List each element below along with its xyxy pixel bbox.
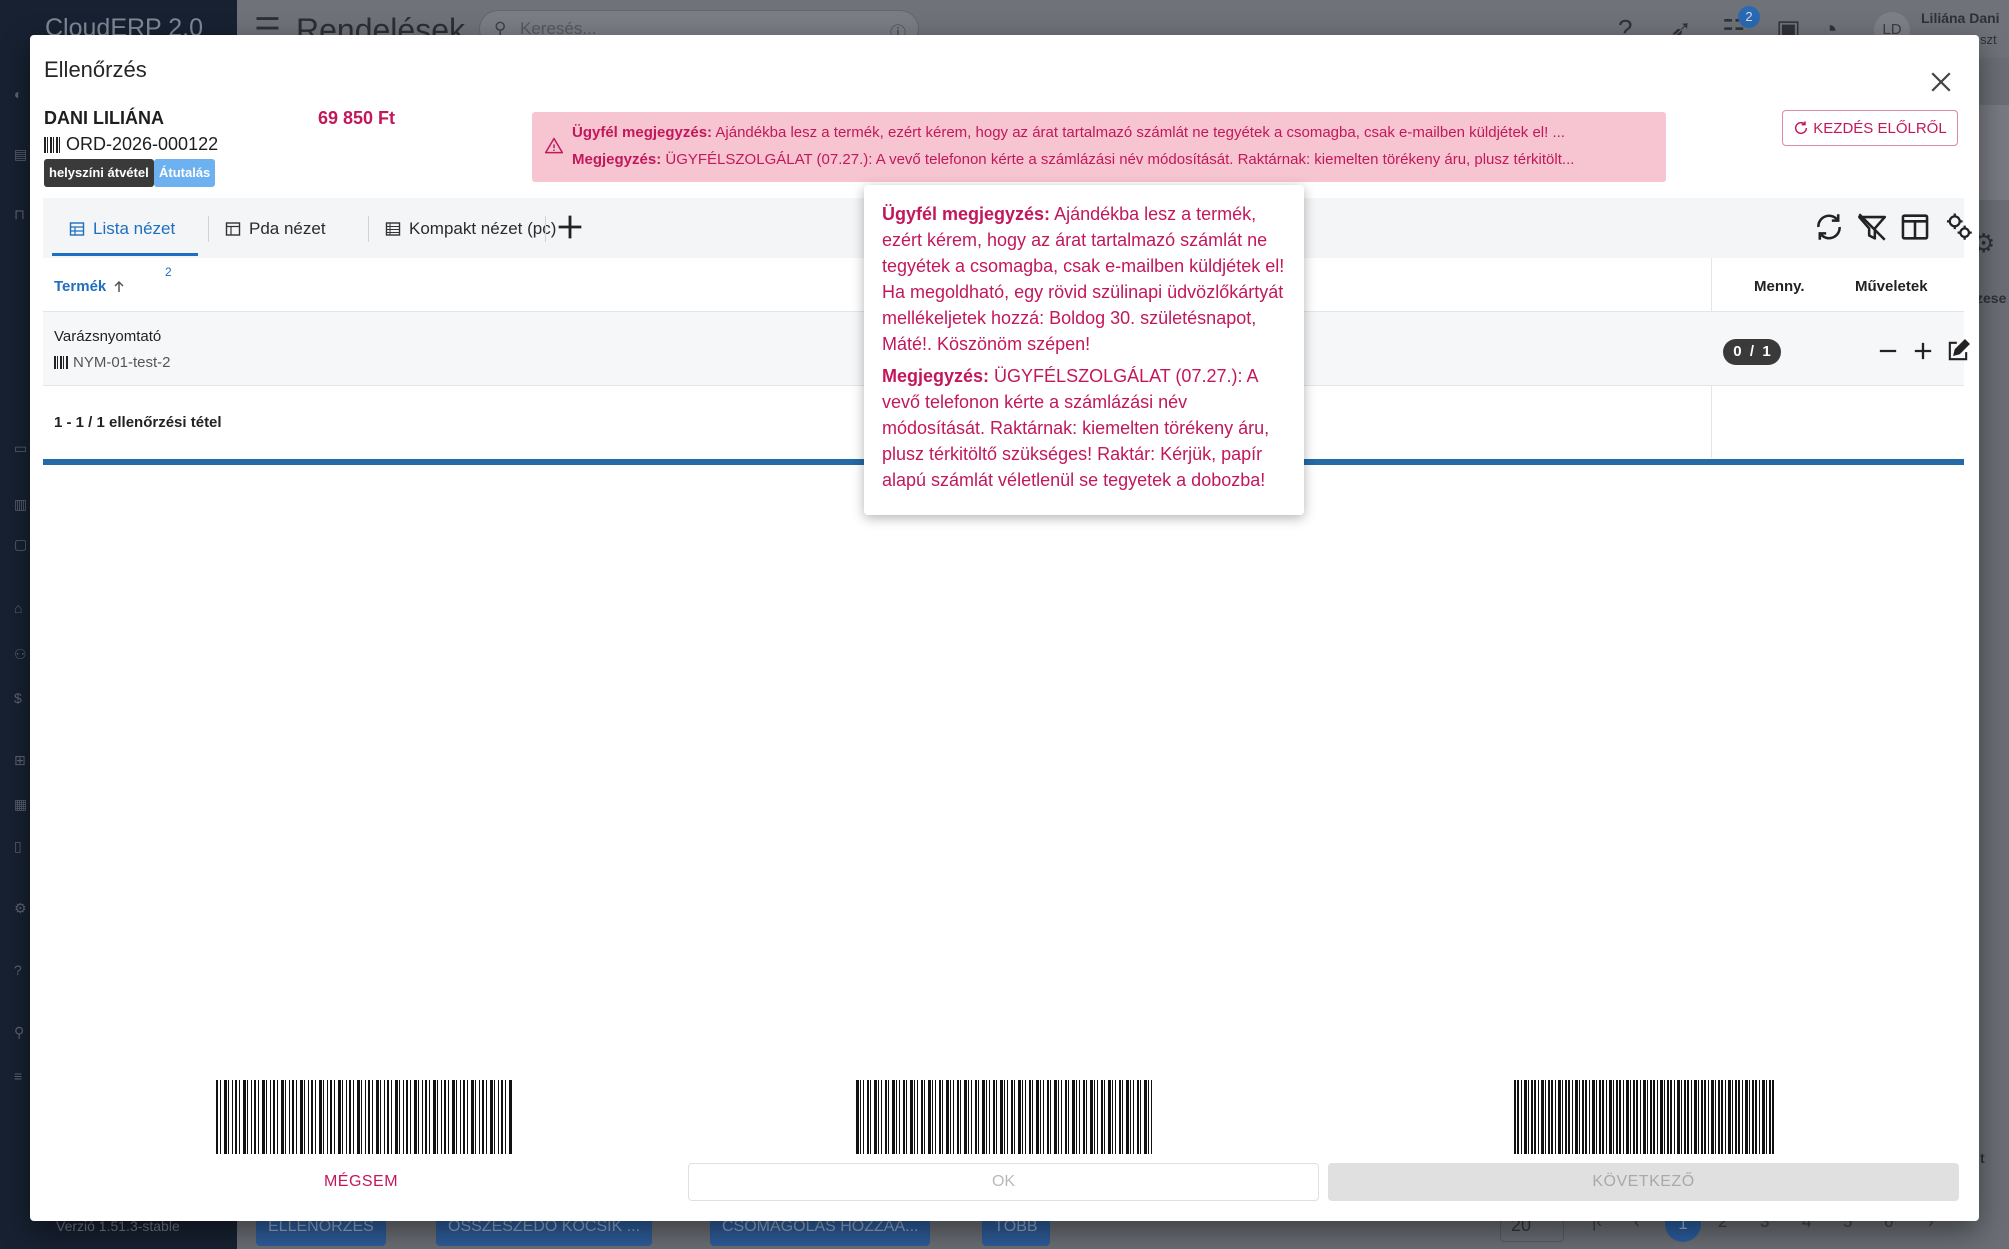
next-button[interactable]: KÖVETKEZŐ xyxy=(1328,1163,1959,1201)
sync-icon[interactable] xyxy=(1812,210,1846,244)
product-sku: NYM-01-test-2 xyxy=(54,354,171,371)
tooltip-internal-note: Megjegyzés: ÜGYFÉLSZOLGÁLAT (07.27.): A … xyxy=(882,363,1290,493)
customer-name: DANI LILIÁNA xyxy=(44,108,164,128)
notes-banner[interactable]: Ügyfél megjegyzés: Ajándékba lesz a term… xyxy=(532,112,1666,182)
file-icon[interactable]: ▯ xyxy=(14,838,30,854)
users-icon[interactable]: ⚇ xyxy=(14,646,30,662)
restart-button[interactable]: KEZDÉS ELŐLRŐL xyxy=(1782,110,1958,146)
ok-barcode xyxy=(856,1080,1152,1154)
add-view-icon[interactable] xyxy=(553,210,587,244)
internal-note-label: Megjegyzés: xyxy=(572,151,662,168)
table-icon xyxy=(69,222,85,236)
user-name: Liliána Dani xyxy=(1921,10,2000,26)
truck-icon[interactable]: ▭ xyxy=(14,440,30,456)
tab-list-view-label: Lista nézet xyxy=(93,219,176,238)
tooltip-internal-label: Megjegyzés: xyxy=(882,366,990,386)
grid-icon[interactable]: ▦ xyxy=(14,796,30,812)
tab-pda-view[interactable]: Pda nézet xyxy=(225,216,326,242)
dialog-title: Ellenőrzés xyxy=(44,57,147,82)
barcode-icon xyxy=(54,356,68,369)
plus-icon[interactable] xyxy=(1909,337,1937,365)
tab-divider xyxy=(208,216,209,242)
tab-divider xyxy=(368,216,369,242)
list-icon xyxy=(385,222,401,236)
dollar-icon[interactable]: $ xyxy=(14,690,30,706)
column-qty-header[interactable]: Menny. xyxy=(1754,278,1805,295)
order-number: ORD-2026-000122 xyxy=(44,134,218,155)
tab-divider xyxy=(545,216,546,242)
customer-note-label: Ügyfél megjegyzés: xyxy=(572,124,713,141)
settings-icon[interactable]: ⚙ xyxy=(14,900,30,916)
columns-icon xyxy=(225,222,241,236)
tab-list-view[interactable]: Lista nézet xyxy=(69,216,175,242)
barcode-icon xyxy=(44,136,60,153)
box-icon[interactable]: ▢ xyxy=(14,536,30,552)
tooltip-customer-label: Ügyfél megjegyzés: xyxy=(882,204,1051,224)
active-tab-indicator xyxy=(52,253,198,256)
ok-button[interactable]: OK xyxy=(688,1163,1319,1201)
gears-icon[interactable] xyxy=(1942,210,1976,244)
close-icon[interactable] xyxy=(1926,67,1956,97)
internal-note-line: Megjegyzés: ÜGYFÉLSZOLGÁLAT (07.27.): A … xyxy=(572,151,1657,168)
minus-icon[interactable] xyxy=(1874,337,1902,365)
sort-order-badge: 2 xyxy=(165,265,172,279)
footer-text-partial: t xyxy=(1980,1150,1985,1166)
store-icon[interactable]: ⌂ xyxy=(14,600,30,616)
tooltip-customer-text: Ajándékba lesz a termék, ezért kérem, ho… xyxy=(882,204,1285,354)
internal-note-text: ÜGYFÉLSZOLGÁLAT (07.27.): A vevő telefon… xyxy=(665,151,1575,168)
tasks-badge: 2 xyxy=(1738,6,1760,28)
quantity-counter: 0 / 1 xyxy=(1723,339,1781,365)
document-icon[interactable]: ▤ xyxy=(14,146,30,162)
help-icon[interactable]: ? xyxy=(14,962,30,978)
check-dialog: Ellenőrzés DANI LILIÁNA 69 850 Ft ORD-20… xyxy=(30,35,1979,1221)
order-number-text: ORD-2026-000122 xyxy=(66,134,219,154)
cancel-button[interactable]: MÉGSEM xyxy=(41,1163,681,1201)
warning-icon xyxy=(544,137,564,154)
column-header-partial: zese xyxy=(1976,290,2007,306)
restart-label: KEZDÉS ELŐLRŐL xyxy=(1813,119,1947,137)
next-barcode xyxy=(1514,1080,1776,1154)
delivery-method-chip: helyszíni átvétel xyxy=(44,159,154,187)
column-product-label: Termék xyxy=(54,278,107,295)
tab-compact-view[interactable]: Kompakt nézet (pc) xyxy=(385,216,556,242)
columns-layout-icon[interactable] xyxy=(1898,210,1932,244)
column-actions-header: Műveletek xyxy=(1855,278,1928,295)
tooltip-customer-note: Ügyfél megjegyzés: Ajándékba lesz a term… xyxy=(882,201,1290,357)
cancel-barcode xyxy=(216,1080,512,1154)
edit-icon[interactable] xyxy=(1944,337,1972,365)
home-icon[interactable]: ◐ xyxy=(14,86,30,102)
refresh-icon xyxy=(1795,121,1808,135)
bank-icon[interactable]: ⊞ xyxy=(14,752,30,768)
cart-icon[interactable]: ⊓ xyxy=(14,206,30,222)
side-panel xyxy=(1975,105,2009,200)
tab-compact-view-label: Kompakt nézet (pc) xyxy=(409,219,557,238)
warehouse-icon[interactable]: ▥ xyxy=(14,496,30,512)
filter-off-icon[interactable] xyxy=(1855,210,1889,244)
notes-tooltip: Ügyfél megjegyzés: Ajándékba lesz a term… xyxy=(864,185,1304,515)
column-product-header[interactable]: Termék xyxy=(54,278,126,295)
table-summary: 1 - 1 / 1 ellenőrzési tétel xyxy=(54,414,222,431)
product-sku-text: NYM-01-test-2 xyxy=(73,354,171,371)
sort-ascending-icon xyxy=(114,280,124,292)
payment-method-chip: Átutalás xyxy=(154,159,216,187)
tab-pda-view-label: Pda nézet xyxy=(249,219,326,238)
customer-note-text: Ajándékba lesz a termék, ezért kérem, ho… xyxy=(715,124,1565,141)
product-name: Varázsnyomtató xyxy=(54,328,162,345)
user-icon[interactable]: ⚲ xyxy=(14,1024,30,1040)
server-icon[interactable]: ≡ xyxy=(14,1068,30,1084)
user-role: szt xyxy=(1980,32,1997,47)
order-total: 69 850 Ft xyxy=(318,108,396,128)
customer-note-line: Ügyfél megjegyzés: Ajándékba lesz a term… xyxy=(572,124,1657,141)
